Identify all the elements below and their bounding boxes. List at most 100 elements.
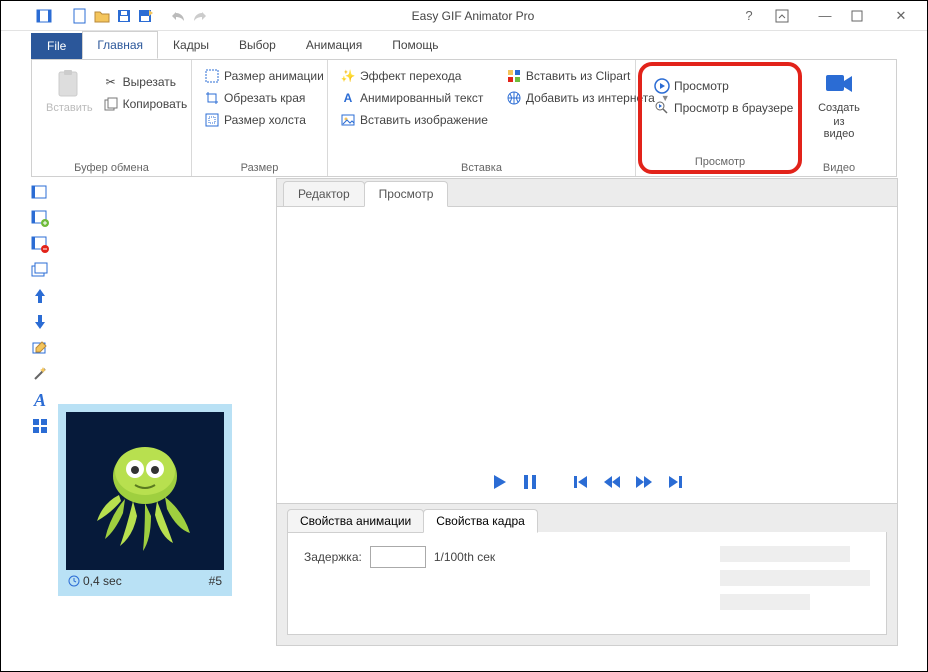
- paste-icon: [53, 68, 85, 100]
- redo-icon[interactable]: [191, 7, 209, 25]
- group-video-title: Видео: [812, 160, 866, 174]
- frame-properties-panel: Задержка: 1/100th сек: [287, 532, 887, 635]
- prev-frame-icon[interactable]: [603, 474, 621, 490]
- insert-image-button[interactable]: Вставить изображение: [336, 110, 492, 130]
- clipart-icon: [506, 68, 522, 84]
- insert-frame-icon[interactable]: [30, 182, 50, 202]
- play-icon[interactable]: [491, 473, 509, 491]
- properties-area: Свойства анимации Свойства кадра Задержк…: [277, 503, 897, 645]
- crop-button[interactable]: Обрезать края: [200, 88, 328, 108]
- group-preview: Просмотр Просмотр в браузере Просмотр: [638, 62, 802, 174]
- maximize-icon[interactable]: [851, 10, 875, 22]
- move-down-icon[interactable]: [30, 312, 50, 332]
- tab-file[interactable]: File: [31, 33, 82, 59]
- property-tabs: Свойства анимации Свойства кадра: [277, 504, 897, 532]
- quick-access-toolbar: Easy GIF Animator Pro ? — ✕: [1, 1, 927, 31]
- cut-button[interactable]: ✂Вырезать: [99, 72, 192, 92]
- frames-panel: 0,4 sec #5: [58, 178, 276, 646]
- main-tabs: Редактор Просмотр: [277, 179, 897, 207]
- edit-frame-icon[interactable]: [30, 338, 50, 358]
- close-icon[interactable]: ✕: [889, 8, 913, 24]
- frame-image: [66, 412, 224, 570]
- help-icon[interactable]: ?: [737, 8, 761, 23]
- frame-thumbnail[interactable]: 0,4 sec #5: [58, 404, 232, 596]
- paste-label: Вставить: [46, 102, 93, 114]
- save-as-icon[interactable]: [137, 7, 155, 25]
- browser-preview-icon: [654, 100, 670, 116]
- delete-frame-icon[interactable]: [30, 234, 50, 254]
- placeholder-block: [720, 546, 850, 562]
- left-toolbar: A: [30, 178, 58, 646]
- tab-anim-props[interactable]: Свойства анимации: [287, 509, 424, 533]
- group-insert: ✨Эффект перехода AАнимированный текст Вс…: [328, 60, 636, 176]
- next-frame-icon[interactable]: [635, 474, 653, 490]
- frame-footer: 0,4 sec #5: [66, 570, 224, 588]
- ribbon-tabs: File Главная Кадры Выбор Анимация Помощь: [1, 31, 927, 59]
- playback-controls: [491, 473, 683, 491]
- group-size: Размер анимации Обрезать края Размер хол…: [192, 60, 328, 176]
- tab-selection[interactable]: Выбор: [224, 31, 291, 59]
- group-preview-title: Просмотр: [650, 154, 790, 168]
- film-strip-icon[interactable]: [35, 7, 53, 25]
- group-clipboard-title: Буфер обмена: [40, 160, 183, 174]
- preview-button[interactable]: Просмотр: [650, 76, 797, 96]
- delay-label: Задержка:: [304, 550, 362, 564]
- text-tool-icon[interactable]: A: [30, 390, 50, 410]
- anim-size-button[interactable]: Размер анимации: [200, 66, 328, 86]
- anim-text-icon: A: [340, 90, 356, 106]
- group-video: Создать из видео Видео: [804, 60, 874, 176]
- cut-label: Вырезать: [123, 75, 176, 89]
- qat-items: [35, 7, 209, 25]
- copy-button[interactable]: Копировать: [99, 94, 192, 114]
- crop-icon: [204, 90, 220, 106]
- pause-icon[interactable]: [523, 473, 537, 491]
- tab-animation[interactable]: Анимация: [291, 31, 377, 59]
- placeholder-area: [720, 546, 870, 610]
- resize-icon: [204, 68, 220, 84]
- tab-home[interactable]: Главная: [82, 31, 158, 59]
- wand-icon: ✨: [340, 68, 356, 84]
- ribbon: Вставить ✂Вырезать Копировать Буфер обме…: [31, 59, 897, 177]
- duplicate-frame-icon[interactable]: [30, 260, 50, 280]
- grid-icon[interactable]: [30, 416, 50, 436]
- group-insert-title: Вставка: [336, 160, 627, 174]
- clock-icon: [68, 575, 80, 587]
- last-frame-icon[interactable]: [667, 474, 683, 490]
- app-title: Easy GIF Animator Pro: [209, 9, 737, 23]
- transition-button[interactable]: ✨Эффект перехода: [336, 66, 492, 86]
- tab-frame-props[interactable]: Свойства кадра: [423, 509, 538, 533]
- ribbon-toggle-icon[interactable]: [775, 9, 799, 23]
- tab-editor[interactable]: Редактор: [283, 181, 365, 207]
- open-folder-icon[interactable]: [93, 7, 111, 25]
- frame-time: 0,4 sec: [83, 574, 122, 588]
- copy-label: Копировать: [123, 97, 188, 111]
- undo-icon[interactable]: [169, 7, 187, 25]
- tab-preview[interactable]: Просмотр: [364, 181, 449, 207]
- from-video-button[interactable]: Создать из видео: [812, 64, 866, 144]
- placeholder-block: [720, 570, 870, 586]
- move-up-icon[interactable]: [30, 286, 50, 306]
- frame-index: #5: [209, 574, 222, 588]
- delay-input[interactable]: [370, 546, 426, 568]
- image-icon: [340, 112, 356, 128]
- canvas-icon: [204, 112, 220, 128]
- first-frame-icon[interactable]: [573, 474, 589, 490]
- group-clipboard: Вставить ✂Вырезать Копировать Буфер обме…: [32, 60, 192, 176]
- group-size-title: Размер: [200, 160, 319, 174]
- globe-icon: [506, 90, 522, 106]
- add-frame-icon[interactable]: [30, 208, 50, 228]
- main-area: Редактор Просмотр Свойства анимации Свой…: [276, 178, 898, 646]
- video-icon: [823, 68, 855, 100]
- tab-help[interactable]: Помощь: [377, 31, 453, 59]
- anim-text-button[interactable]: AАнимированный текст: [336, 88, 492, 108]
- delay-field: Задержка: 1/100th сек: [304, 546, 495, 568]
- canvas-size-button[interactable]: Размер холста: [200, 110, 328, 130]
- magic-wand-icon[interactable]: [30, 364, 50, 384]
- new-file-icon[interactable]: [71, 7, 89, 25]
- copy-icon: [103, 96, 119, 112]
- paste-button[interactable]: Вставить: [40, 64, 99, 118]
- tab-frames[interactable]: Кадры: [158, 31, 224, 59]
- save-icon[interactable]: [115, 7, 133, 25]
- minimize-icon[interactable]: —: [813, 8, 837, 23]
- browser-preview-button[interactable]: Просмотр в браузере: [650, 98, 797, 118]
